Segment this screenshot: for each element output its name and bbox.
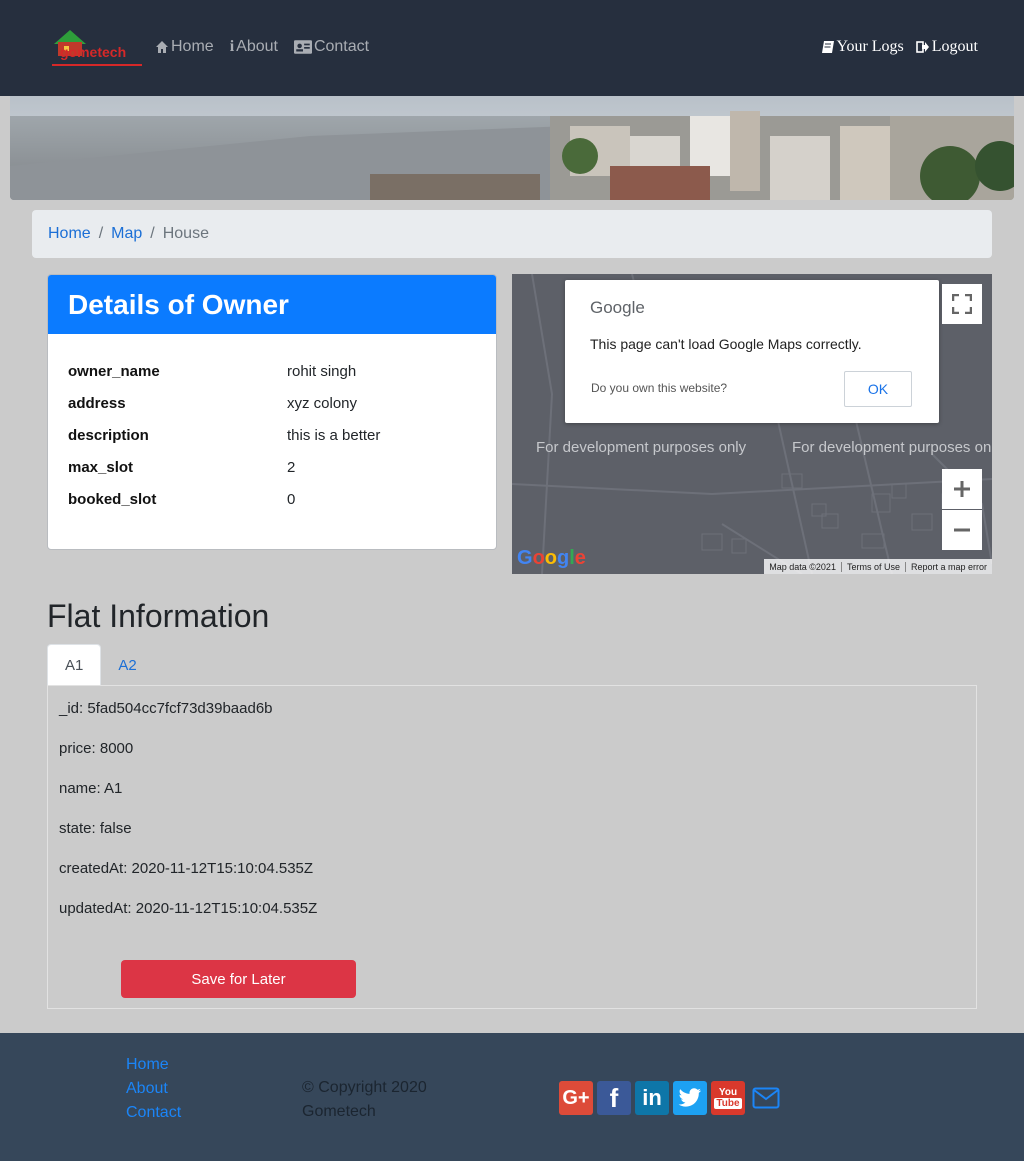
owner-key: address [68,394,126,412]
tab-a1[interactable]: A1 [47,644,102,686]
nav-contact[interactable]: Contact [293,38,370,56]
flat-info-title: Flat Information [47,598,270,634]
map-fullscreen-button[interactable] [942,284,982,324]
minus-icon [954,528,970,532]
nav-home-label: Home [171,38,214,55]
home-icon [156,41,168,53]
footer-links: Home About Contact [126,1055,181,1123]
map-ok-button[interactable]: OK [844,371,912,407]
owner-row: description this is a better [68,419,380,451]
owner-value: 0 [287,490,296,508]
breadcrumb-map[interactable]: Map [111,225,142,243]
map-attribution: Map data ©2021 Terms of Use Report a map… [764,559,992,574]
nav-about-label: About [236,38,278,55]
hero-banner-image [10,96,1014,200]
navbar: gometech Home i About Contact Your Logs … [0,0,1024,96]
owner-value: 2 [287,458,296,476]
map-zoom-out-button[interactable] [942,510,982,550]
flat-tab-panel: _id: 5fad504cc7fcf73d39baad6b price: 800… [47,685,977,1009]
owner-value: this is a better [287,426,381,444]
nav-about[interactable]: i About [230,38,278,56]
breadcrumb-separator: / [150,225,155,242]
footer-link-home[interactable]: Home [126,1055,181,1075]
nav-contact-label: Contact [313,38,370,55]
owner-card-title: Details of Owner [48,275,496,334]
email-icon[interactable] [749,1081,783,1115]
facebook-icon[interactable]: f [597,1081,631,1115]
nav-logout[interactable]: Logout [915,38,978,56]
nav-your-logs[interactable]: Your Logs [821,38,904,56]
sign-out-icon [915,41,929,53]
map-dev-watermark: For development purposes only [792,439,992,456]
footer: Home About Contact © Copyright 2020 Gome… [0,1033,1024,1161]
svg-text:gometech: gometech [60,44,126,60]
plus-icon [954,481,970,497]
owner-key: max_slot [68,458,134,476]
contact-card-icon [293,40,312,54]
owner-value: xyz colony [287,394,358,412]
copyright-text: © Copyright 2020 Gometech [302,1079,427,1120]
map-data-credit: Map data ©2021 [769,561,836,572]
footer-link-contact[interactable]: Contact [126,1103,181,1123]
google-plus-icon[interactable]: G+ [559,1081,593,1115]
google-map[interactable]: Google This page can't load Google Maps … [512,274,992,574]
google-logo: Google [517,547,586,569]
flat-field-price: price: 8000 [59,740,134,757]
flat-field-state: state: false [59,820,132,837]
owner-key: owner_name [68,362,160,380]
owner-details-card: Details of Owner owner_name rohit singh … [47,274,497,550]
breadcrumb-home[interactable]: Home [48,225,91,243]
flat-tabs: A1 A2 [47,644,154,686]
map-terms-link[interactable]: Terms of Use [840,561,905,572]
save-for-later-button[interactable]: Save for Later [121,960,356,998]
breadcrumb-current: House [162,225,209,242]
flat-field-id: _id: 5fad504cc7fcf73d39baad6b [59,700,273,717]
fullscreen-icon [952,294,972,314]
social-links: G+ f in You Tube [559,1081,783,1115]
twitter-icon[interactable] [673,1081,707,1115]
owner-row: booked_slot 0 [68,483,380,515]
tab-a2[interactable]: A2 [101,644,153,686]
book-icon [821,41,834,53]
map-own-question[interactable]: Do you own this website? [591,381,727,395]
owner-row: max_slot 2 [68,451,380,483]
owner-row: address xyz colony [68,387,380,419]
flat-field-name: name: A1 [59,780,123,797]
flat-field-updated-at: updatedAt: 2020-11-12T15:10:04.535Z [59,900,318,917]
brand-logo[interactable]: gometech [50,26,144,70]
map-zoom-in-button[interactable] [942,469,982,509]
owner-details-table: owner_name rohit singh address xyz colon… [68,355,380,515]
nav-your-logs-label: Your Logs [836,38,904,55]
flat-field-created-at: createdAt: 2020-11-12T15:10:04.535Z [59,860,314,877]
breadcrumb: Home / Map / House [32,210,992,258]
map-dev-watermark: For development purposes only [536,439,747,456]
owner-row: owner_name rohit singh [68,355,380,387]
youtube-icon[interactable]: You Tube [711,1081,745,1115]
map-error-message: This page can't load Google Maps correct… [590,336,862,352]
footer-link-about[interactable]: About [126,1079,181,1099]
owner-key: booked_slot [68,490,157,508]
info-icon: i [229,38,235,55]
map-report-error-link[interactable]: Report a map error [904,561,992,572]
nav-home[interactable]: Home [155,38,214,56]
linkedin-icon[interactable]: in [635,1081,669,1115]
breadcrumb-separator: / [98,225,104,242]
owner-key: description [68,426,149,444]
owner-value: rohit singh [287,362,357,380]
map-dialog-brand: Google [590,298,645,317]
map-error-dialog: Google This page can't load Google Maps … [565,280,939,423]
nav-logout-label: Logout [931,38,978,55]
